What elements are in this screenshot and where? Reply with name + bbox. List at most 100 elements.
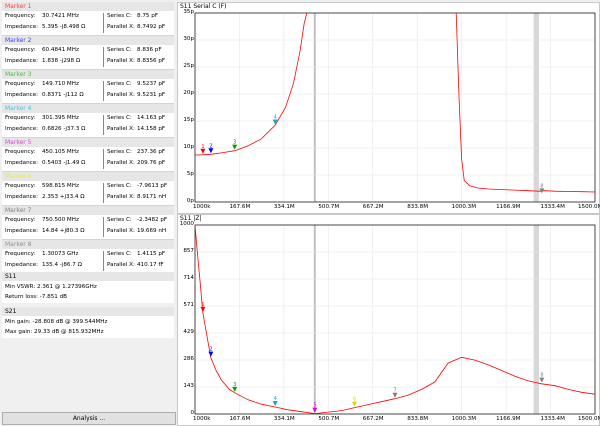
series-c-value: -7.9613 pF bbox=[137, 183, 168, 189]
impedance-value: 2.353 +j33.4 Ω bbox=[42, 194, 85, 200]
plot-canvas: 1 2 3 4 8 bbox=[194, 12, 596, 203]
y-tick-label: 35p bbox=[183, 9, 194, 15]
x-tick-label: 1333.4M bbox=[540, 416, 565, 422]
parallel-x-value: 8.7492 pF bbox=[137, 24, 166, 30]
parallel-x-label: Parallel X: bbox=[107, 262, 135, 268]
impedance-value: 135.4 -j86.7 Ω bbox=[42, 262, 82, 268]
plot-canvas: 1 2 3 4 5 6 7 8 bbox=[194, 224, 596, 415]
y-tick-label: 30p bbox=[183, 36, 194, 42]
y-tick-label: 714 bbox=[183, 275, 194, 281]
impedance-label: Impedance: bbox=[5, 92, 39, 98]
frequency-label: Frequency: bbox=[5, 149, 36, 155]
highlight-band bbox=[533, 13, 539, 202]
center-line bbox=[313, 13, 316, 202]
s11-summary: S11 Min VSWR: 2.361 @ 1.27396GHz Return … bbox=[2, 272, 174, 303]
x-tick-label: 334.1M bbox=[273, 416, 295, 422]
parallel-x-label: Parallel X: bbox=[107, 228, 135, 234]
marker-block-2: Marker 2 Frequency: 60.4841 MHz Impedance: 1… bbox=[2, 36, 174, 70]
y-tick-label: 571 bbox=[183, 302, 194, 308]
analysis-button[interactable]: Analysis ... bbox=[2, 412, 176, 425]
marker-title: Marker 6 bbox=[2, 172, 174, 181]
y-tick-label: 0p bbox=[186, 198, 194, 204]
frequency-value: 750.500 MHz bbox=[42, 217, 79, 223]
marker-8-label: 8 bbox=[540, 183, 543, 189]
marker-1-label: 1 bbox=[201, 144, 204, 150]
x-tick-label: 1000.3M bbox=[451, 416, 477, 422]
divider bbox=[103, 81, 104, 101]
parallel-x-value: 8.8356 pF bbox=[137, 58, 166, 64]
marker-block-5: Marker 5 Frequency: 450.105 MHz Impedance: 0… bbox=[2, 138, 174, 172]
marker-title: Marker 5 bbox=[2, 138, 174, 147]
marker-block-3: Marker 3 Frequency: 149.710 MHz Impedance: 0… bbox=[2, 70, 174, 104]
marker-block-8: Marker 8 Frequency: 1.30073 GHz Impedance: 1… bbox=[2, 240, 174, 274]
series-c-value: 1.4115 pF bbox=[137, 251, 166, 257]
s11-serial-c-plot[interactable]: S11 Serial C (F) 1 2 3 4 8 35p 30p 25p 20p 15p 10p… bbox=[177, 2, 600, 214]
x-tick-label: 1500.0M bbox=[578, 416, 600, 422]
s21-summary: S21 Min gain: -28.808 dB @ 399.544MHz Ma… bbox=[2, 307, 174, 338]
marker-title: Marker 4 bbox=[2, 104, 174, 113]
impedance-label: Impedance: bbox=[5, 160, 39, 166]
marker-1-label: 1 bbox=[201, 302, 204, 308]
parallel-x-value: 410.17 fF bbox=[137, 262, 164, 268]
s11-impedance-plot[interactable]: S11 |Z| 1 2 3 4 5 6 7 8 1000 857 714 571 429 286 143 0 1… bbox=[177, 214, 600, 426]
marker-6-label: 6 bbox=[353, 397, 356, 403]
parallel-x-value: 9.5231 pF bbox=[137, 92, 166, 98]
x-tick-label: 833.8M bbox=[407, 204, 429, 210]
frequency-label: Frequency: bbox=[5, 13, 36, 19]
marker-title: Marker 8 bbox=[2, 240, 174, 249]
series-c-label: Series C: bbox=[107, 251, 132, 257]
s21-title: S21 bbox=[2, 307, 174, 316]
series-c-label: Series C: bbox=[107, 149, 132, 155]
y-tick-label: 429 bbox=[183, 329, 194, 335]
y-tick-label: 0 bbox=[190, 410, 194, 416]
marker-7-label: 7 bbox=[394, 388, 397, 394]
s11-return-loss: Return loss: -7.851 dB bbox=[5, 294, 68, 300]
series-c-value: 8.836 pF bbox=[137, 47, 162, 53]
series-c-value: 237.36 pF bbox=[137, 149, 166, 155]
frequency-value: 149.710 MHz bbox=[42, 81, 79, 87]
divider bbox=[103, 149, 104, 169]
marker-4-label: 4 bbox=[274, 115, 277, 121]
marker-3-label: 3 bbox=[233, 382, 236, 388]
marker-block-6: Marker 6 Frequency: 598.815 MHz Impedance: 2… bbox=[2, 172, 174, 206]
parallel-x-label: Parallel X: bbox=[107, 126, 135, 132]
marker-4-label: 4 bbox=[274, 396, 277, 402]
x-tick-label: 1500.0M bbox=[578, 204, 600, 210]
s11-title: S11 bbox=[2, 272, 174, 281]
y-tick-label: 143 bbox=[183, 383, 194, 389]
series-c-label: Series C: bbox=[107, 13, 132, 19]
divider bbox=[103, 251, 104, 271]
y-tick-label: 25p bbox=[183, 63, 194, 69]
impedance-value: 1.838 -j298 Ω bbox=[42, 58, 81, 64]
x-tick-label: 167.6M bbox=[229, 204, 251, 210]
y-tick-label: 10p bbox=[183, 144, 194, 150]
impedance-value: 0.6826 -j37.3 Ω bbox=[42, 126, 86, 132]
s21-min-gain: Min gain: -28.808 dB @ 399.544MHz bbox=[5, 319, 108, 325]
marker-title: Marker 3 bbox=[2, 70, 174, 79]
impedance-label: Impedance: bbox=[5, 24, 39, 30]
divider bbox=[103, 183, 104, 203]
marker-panel: Marker 1 Frequency: 30.7421 MHz Impedance: 5… bbox=[0, 0, 176, 426]
y-tick-label: 5p bbox=[186, 171, 194, 177]
marker-3-label: 3 bbox=[233, 140, 236, 146]
frequency-label: Frequency: bbox=[5, 183, 36, 189]
y-tick-label: 20p bbox=[183, 90, 194, 96]
frequency-value: 450.105 MHz bbox=[42, 149, 79, 155]
marker-title: Marker 2 bbox=[2, 36, 174, 45]
frequency-label: Frequency: bbox=[5, 251, 36, 257]
center-line bbox=[313, 225, 316, 414]
impedance-value: 5.395 -j8.498 Ω bbox=[42, 24, 86, 30]
parallel-x-label: Parallel X: bbox=[107, 58, 135, 64]
impedance-value: 0.8371 -j112 Ω bbox=[42, 92, 84, 98]
marker-2-label: 2 bbox=[209, 347, 212, 353]
marker-title: Marker 1 bbox=[2, 2, 174, 11]
series-c-label: Series C: bbox=[107, 115, 132, 121]
series-c-label: Series C: bbox=[107, 217, 132, 223]
impedance-value: 0.5403 -j1.49 Ω bbox=[42, 160, 86, 166]
divider bbox=[103, 217, 104, 237]
frequency-label: Frequency: bbox=[5, 81, 36, 87]
x-tick-label: 833.8M bbox=[407, 416, 429, 422]
impedance-label: Impedance: bbox=[5, 228, 39, 234]
highlight-band bbox=[533, 225, 539, 414]
frequency-value: 30.7421 MHz bbox=[42, 13, 79, 19]
